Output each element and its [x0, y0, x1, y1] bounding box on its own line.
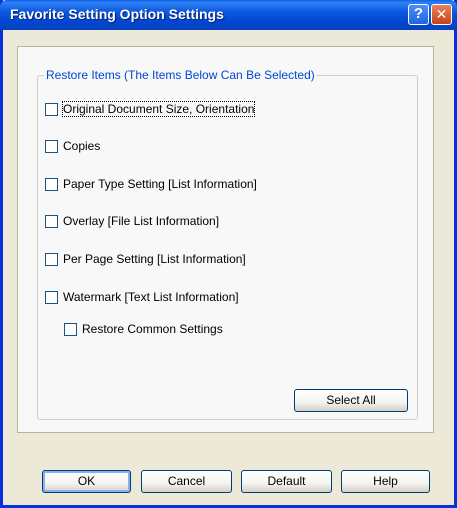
option-label: Overlay [File List Information]: [63, 214, 220, 228]
checkbox[interactable]: [45, 290, 58, 304]
cancel-button[interactable]: Cancel: [141, 470, 232, 493]
checkbox[interactable]: [45, 139, 58, 153]
ok-button[interactable]: OK: [42, 470, 131, 493]
option-watermark[interactable]: Watermark [Text List Information]: [45, 289, 239, 305]
help-icon[interactable]: ?: [408, 4, 429, 25]
restore-items-group: Restore Items (The Items Below Can Be Se…: [37, 68, 418, 420]
option-per-page-setting[interactable]: Per Page Setting [List Information]: [45, 251, 246, 267]
option-restore-common-settings[interactable]: Restore Common Settings: [64, 321, 223, 337]
checkbox[interactable]: [64, 322, 77, 336]
settings-panel: Restore Items (The Items Below Can Be Se…: [17, 46, 434, 433]
checkbox[interactable]: [45, 252, 58, 266]
checkbox[interactable]: [45, 214, 58, 228]
select-all-button[interactable]: Select All: [294, 389, 408, 412]
close-icon[interactable]: ✕: [431, 4, 452, 25]
option-label: Restore Common Settings: [82, 322, 223, 336]
option-paper-type-setting[interactable]: Paper Type Setting [List Information]: [45, 176, 257, 192]
option-copies[interactable]: Copies: [45, 138, 100, 154]
group-legend: Restore Items (The Items Below Can Be Se…: [44, 68, 317, 82]
option-label: Original Document Size, Orientation: [61, 101, 256, 117]
title-bar[interactable]: Favorite Setting Option Settings ? ✕: [0, 0, 457, 30]
option-label: Copies: [63, 139, 101, 153]
option-original-document-size[interactable]: Original Document Size, Orientation: [45, 101, 256, 117]
checkbox[interactable]: [45, 102, 58, 116]
option-label: Per Page Setting [List Information]: [63, 252, 246, 266]
help-button[interactable]: Help: [341, 470, 430, 493]
option-label: Paper Type Setting [List Information]: [63, 177, 257, 191]
default-button[interactable]: Default: [241, 470, 332, 493]
dialog-window: Favorite Setting Option Settings ? ✕ Res…: [0, 0, 457, 508]
option-label: Watermark [Text List Information]: [63, 290, 239, 304]
option-overlay[interactable]: Overlay [File List Information]: [45, 213, 219, 229]
window-title: Favorite Setting Option Settings: [10, 6, 224, 22]
checkbox[interactable]: [45, 177, 58, 191]
